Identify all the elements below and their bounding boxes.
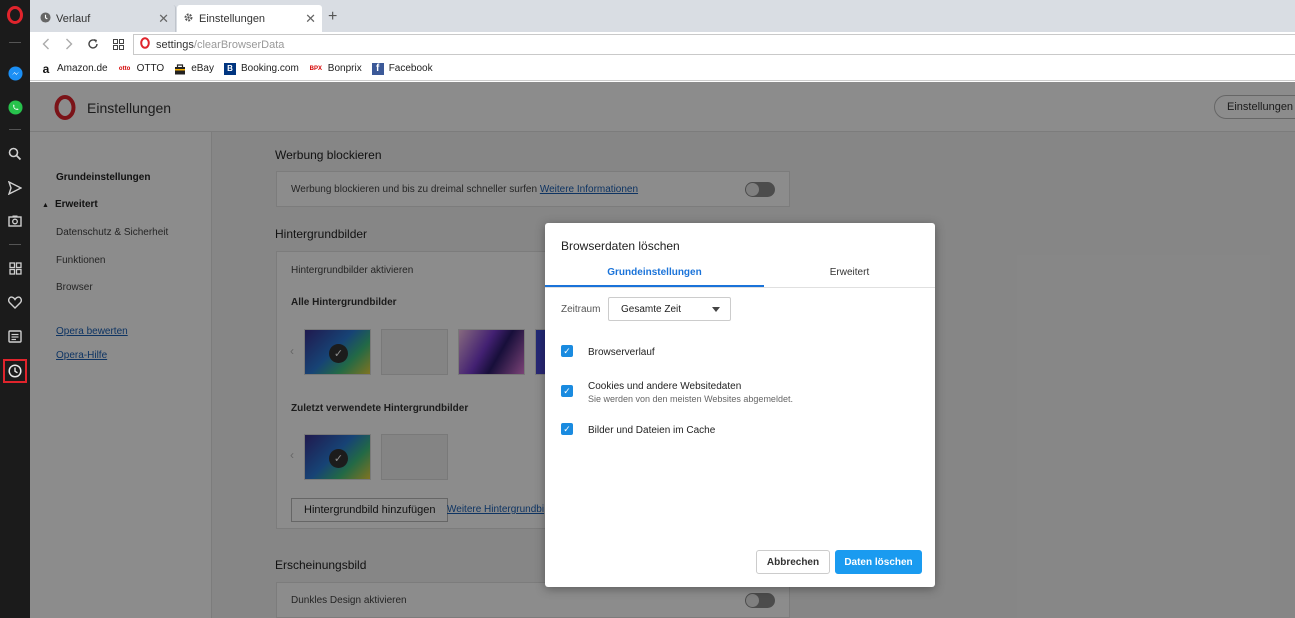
- opera-menu-icon[interactable]: [3, 3, 27, 27]
- bookmark-label: eBay: [191, 63, 214, 74]
- opera-logo-icon: [140, 37, 150, 52]
- dialog-title: Browserdaten löschen: [561, 239, 680, 253]
- send-icon[interactable]: [3, 176, 27, 200]
- opera-sidebar: [0, 0, 30, 618]
- bookmarks-bar: a Amazon.de otto OTTO eBay B Booking.com…: [30, 57, 1295, 81]
- facebook-icon: f: [371, 62, 384, 75]
- clock-icon: [40, 11, 51, 26]
- address-toolbar: settings/clearBrowserData: [30, 32, 1295, 57]
- tab-settings[interactable]: Einstellungen ✕: [177, 5, 322, 32]
- address-field[interactable]: settings/clearBrowserData: [133, 34, 1295, 55]
- camera-icon[interactable]: [3, 209, 27, 233]
- close-icon[interactable]: ✕: [158, 11, 169, 27]
- tab-divider: [545, 287, 935, 288]
- bookmark-otto[interactable]: otto OTTO: [118, 63, 165, 75]
- bookmark-label: Booking.com: [240, 63, 299, 74]
- tab-label: Verlauf: [56, 12, 91, 25]
- bookmark-label: Amazon.de: [57, 63, 108, 74]
- forward-icon[interactable]: [61, 36, 77, 52]
- tab-basic[interactable]: Grundeinstellungen: [545, 261, 764, 287]
- cache-label: Bilder und Dateien im Cache: [588, 425, 716, 436]
- bookmark-label: Bonprix: [327, 63, 362, 74]
- cookies-sublabel: Sie werden von den meisten Websites abge…: [588, 394, 793, 404]
- bookmark-ebay[interactable]: eBay: [174, 63, 214, 75]
- caret-down-icon: [712, 307, 720, 312]
- tab-advanced[interactable]: Erweitert: [764, 261, 935, 287]
- bookmark-bonprix[interactable]: BPX Bonprix: [309, 63, 362, 75]
- cancel-button[interactable]: Abbrechen: [756, 550, 830, 574]
- whatsapp-icon[interactable]: [3, 95, 27, 119]
- cookies-checkbox[interactable]: ✓: [561, 385, 573, 397]
- time-range-label: Zeitraum: [561, 304, 601, 315]
- bookmark-label: Facebook: [388, 63, 433, 74]
- heart-icon[interactable]: [3, 290, 27, 314]
- bonprix-icon: BPX: [309, 65, 322, 72]
- cookies-label: Cookies und andere Websitedaten: [588, 381, 742, 392]
- speed-dial-icon[interactable]: [3, 256, 27, 280]
- bookmark-facebook[interactable]: f Facebook: [371, 62, 433, 75]
- bookmark-booking[interactable]: B Booking.com: [223, 62, 299, 75]
- history-icon[interactable]: [3, 359, 27, 383]
- clear-data-dialog: Browserdaten löschen Grundeinstellungen …: [545, 223, 935, 587]
- booking-icon: B: [223, 62, 236, 75]
- history-checkbox[interactable]: ✓: [561, 345, 573, 357]
- news-icon[interactable]: [3, 324, 27, 348]
- otto-icon: otto: [118, 65, 131, 72]
- tab-history[interactable]: Verlauf ✕: [34, 5, 176, 32]
- time-range-value: Gesamte Zeit: [621, 304, 682, 315]
- clear-data-button[interactable]: Daten löschen: [835, 550, 922, 574]
- bookmark-label: OTTO: [136, 63, 165, 74]
- history-label: Browserverlauf: [588, 347, 655, 358]
- url-path: /clearBrowserData: [193, 38, 285, 51]
- back-icon[interactable]: [38, 36, 54, 52]
- close-icon[interactable]: ✕: [305, 11, 316, 27]
- cache-checkbox[interactable]: ✓: [561, 423, 573, 435]
- amazon-icon: a: [42, 61, 50, 76]
- ebay-bag-icon: [174, 63, 186, 75]
- tab-strip: Verlauf ✕ Einstellungen ✕ +: [30, 0, 1295, 32]
- bookmark-amazon[interactable]: a Amazon.de: [40, 61, 108, 76]
- tab-label: Einstellungen: [199, 12, 266, 25]
- new-tab-button[interactable]: +: [328, 8, 337, 26]
- time-range-select[interactable]: Gesamte Zeit: [608, 297, 731, 321]
- search-icon[interactable]: [3, 142, 27, 166]
- messenger-icon[interactable]: [3, 61, 27, 85]
- reload-icon[interactable]: [85, 36, 101, 52]
- grid-icon[interactable]: [110, 36, 126, 52]
- url-host: settings: [156, 38, 194, 51]
- gear-icon: [183, 12, 194, 26]
